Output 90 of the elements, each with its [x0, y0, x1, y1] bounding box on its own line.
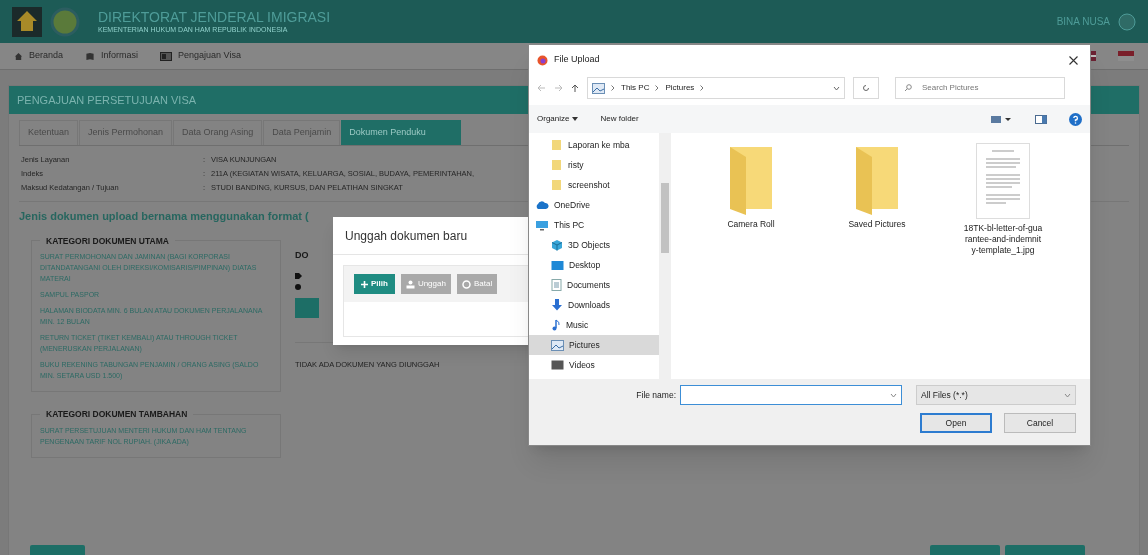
- computer-icon: [535, 219, 549, 231]
- help-icon[interactable]: [1069, 112, 1082, 126]
- breadcrumb-item[interactable]: This PC: [621, 82, 650, 94]
- modal-title: Unggah dokumen baru: [345, 227, 468, 245]
- upload-button[interactable]: [295, 297, 319, 318]
- cloud-icon: [535, 200, 549, 210]
- folder-icon: [551, 179, 563, 191]
- chevron-right-icon: [655, 85, 660, 91]
- navigation-item[interactable]: Downloads: [529, 295, 659, 315]
- document-thumbnail-icon[interactable]: [976, 143, 1030, 219]
- navigation-item[interactable]: Pictures: [529, 335, 659, 355]
- refresh-icon: [862, 84, 870, 92]
- category-title: KATEGORI DOKUMEN UTAMA: [45, 234, 170, 248]
- navigation-item[interactable]: screenshot: [529, 175, 659, 195]
- organize-menu[interactable]: Organize: [537, 113, 579, 125]
- folder-icon: [551, 159, 563, 171]
- chevron-right-icon: [611, 85, 615, 91]
- open-button[interactable]: Open: [920, 413, 992, 433]
- panel-title: PENGAJUAN PERSETUJUAN VISA: [17, 92, 197, 108]
- chevron-down-icon: [1064, 392, 1071, 398]
- refresh-button[interactable]: [853, 77, 879, 99]
- cube-icon: [551, 239, 563, 251]
- file-name-field[interactable]: [680, 385, 902, 405]
- forward-arrow-icon[interactable]: [554, 84, 563, 92]
- navigation-item[interactable]: Desktop: [529, 255, 659, 275]
- new-folder-button[interactable]: New folder: [600, 113, 639, 125]
- music-note-icon: [551, 319, 561, 331]
- up-arrow-icon[interactable]: [571, 83, 579, 93]
- browser-logo-icon: [537, 54, 548, 66]
- footer-button[interactable]: [1005, 545, 1085, 555]
- caret-icon: [572, 117, 579, 121]
- preview-pane-icon[interactable]: [1035, 114, 1047, 124]
- navigation-item[interactable]: OneDrive: [529, 195, 659, 215]
- navigation-item[interactable]: Documents: [529, 275, 659, 295]
- navigation-item[interactable]: This PC: [529, 215, 659, 235]
- home-icon: [14, 51, 23, 61]
- tag-icon: [295, 272, 302, 279]
- search-input[interactable]: Search Pictures: [922, 82, 1052, 94]
- footer-button[interactable]: [30, 545, 85, 555]
- cancel-icon: [461, 279, 471, 289]
- back-arrow-icon[interactable]: [537, 84, 546, 92]
- download-arrow-icon: [551, 299, 563, 311]
- site-title: DIREKTORAT JENDERAL IMIGRASI: [98, 8, 331, 25]
- file-name[interactable]: Saved Pictures: [837, 219, 917, 230]
- nav-link[interactable]: Pengajuan Visa: [178, 49, 241, 63]
- document-icon: [551, 279, 562, 291]
- flag-icon[interactable]: [1118, 51, 1134, 61]
- card-icon: [160, 51, 173, 61]
- format-note: Jenis dokumen upload bernama menggunakan format (: [19, 209, 309, 224]
- person-icon: [405, 279, 415, 289]
- user-avatar-icon[interactable]: [1118, 12, 1136, 31]
- modal-action-button[interactable]: Pilih: [354, 274, 395, 294]
- file-name[interactable]: Camera Roll: [711, 219, 791, 230]
- chevron-right-icon: [700, 85, 705, 91]
- emblem-logo-icon: [12, 6, 42, 37]
- nav-link[interactable]: Beranda: [29, 49, 64, 63]
- video-icon: [551, 360, 564, 370]
- file-name[interactable]: 18TK-bl-letter-of-guarantee-and-indemnity-template_1.jpg: [963, 223, 1043, 256]
- navigation-item[interactable]: Laporan ke mba: [529, 135, 659, 155]
- address-bar[interactable]: This PC Pictures: [587, 77, 845, 99]
- footer-button[interactable]: [930, 545, 1000, 555]
- search-icon: [904, 84, 912, 92]
- file-type-select[interactable]: All Files (*.*): [916, 385, 1076, 405]
- navigation-item[interactable]: Music: [529, 315, 659, 335]
- chevron-down-icon: [890, 392, 897, 398]
- round-seal-icon: [50, 6, 80, 37]
- dialog-title: File Upload: [554, 53, 600, 67]
- close-icon: [1069, 55, 1078, 65]
- file-type-value: All Files (*.*): [921, 388, 969, 402]
- nav-link[interactable]: Informasi: [101, 49, 139, 63]
- breadcrumb-item[interactable]: Pictures: [665, 82, 695, 94]
- category-title: KATEGORI DOKUMEN TAMBAHAN: [45, 408, 189, 421]
- scrollbar[interactable]: [659, 133, 671, 379]
- folder-icon: [551, 139, 563, 151]
- view-options-icon[interactable]: [991, 114, 1013, 124]
- desktop-icon: [551, 259, 564, 271]
- documents-heading: DO: [295, 249, 309, 260]
- search-field[interactable]: Search Pictures: [895, 77, 1065, 99]
- info-circle-icon: [295, 283, 301, 290]
- navigation-item[interactable]: 3D Objects: [529, 235, 659, 255]
- pictures-icon: [551, 339, 564, 351]
- cancel-button[interactable]: Cancel: [1004, 413, 1076, 433]
- plus-icon: [361, 280, 368, 288]
- navigation-item[interactable]: risty: [529, 155, 659, 175]
- book-icon: [85, 51, 96, 61]
- pictures-icon: [592, 82, 605, 94]
- chevron-down-icon[interactable]: [833, 85, 840, 91]
- navigation-item[interactable]: Videos: [529, 355, 659, 375]
- file-name-label: File name:: [636, 388, 676, 402]
- tab[interactable]: Dokumen Penduku: [341, 120, 462, 145]
